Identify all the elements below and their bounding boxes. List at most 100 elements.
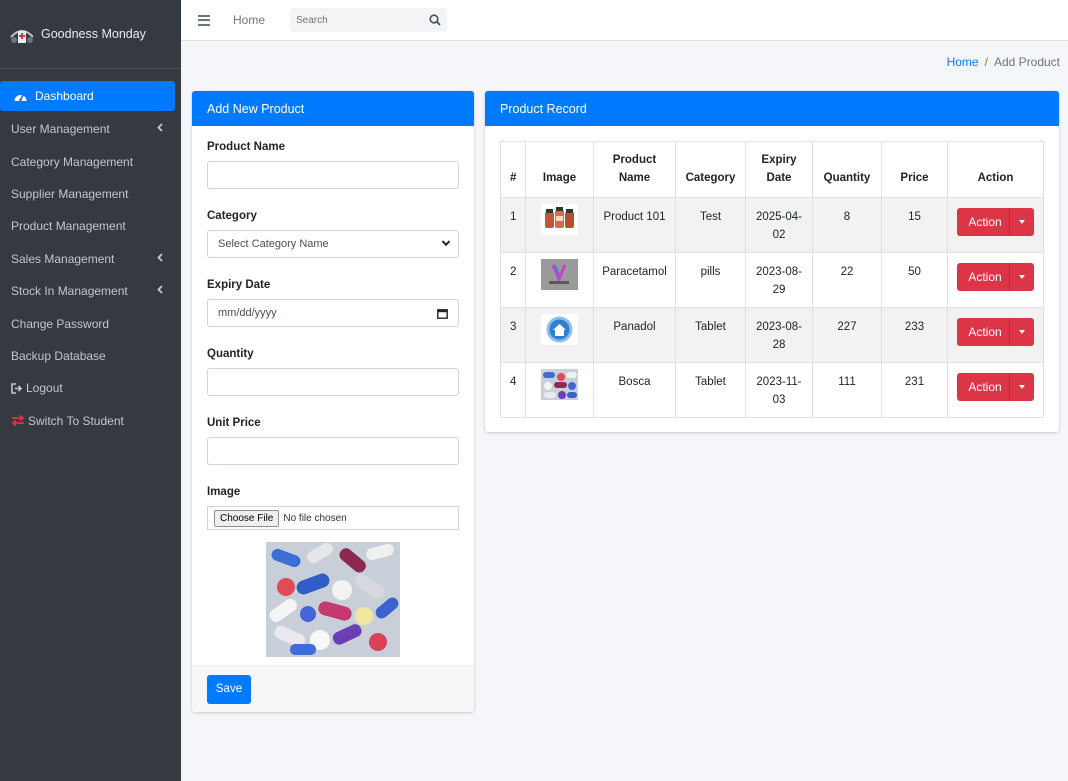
- col-product-name-line2: Name: [618, 172, 651, 184]
- sidebar-item-backup-database[interactable]: Backup Database: [0, 340, 181, 372]
- category-select[interactable]: Select Category Name: [207, 230, 459, 258]
- breadcrumb: Home / Add Product: [947, 55, 1060, 69]
- sidebar-item-dashboard[interactable]: Dashboard: [0, 81, 175, 111]
- action-button-group: Action: [957, 318, 1034, 346]
- action-dropdown-toggle[interactable]: [1009, 208, 1034, 236]
- medical-logo-icon: [9, 23, 35, 45]
- choose-file-button[interactable]: Choose File: [214, 509, 280, 527]
- cell-quantity: 227: [812, 307, 882, 363]
- sidebar-item-supplier-management[interactable]: Supplier Management: [0, 178, 181, 210]
- sidebar-item-user-management[interactable]: User Management: [0, 113, 181, 145]
- top-home-link[interactable]: Home: [233, 13, 265, 27]
- cell-category: Test: [675, 197, 746, 253]
- action-dropdown-toggle[interactable]: [1009, 373, 1034, 401]
- cell-price: 233: [881, 307, 948, 363]
- cell-price: 231: [881, 362, 948, 418]
- form-footer: Save: [192, 665, 474, 712]
- chevron-down-icon: [441, 238, 451, 251]
- quantity-input[interactable]: [207, 368, 459, 396]
- sidebar-item-sales-management[interactable]: Sales Management: [0, 243, 181, 275]
- image-preview: [266, 542, 400, 657]
- cell-product-name: Bosca: [593, 362, 676, 418]
- sidebar-item-switch-to-student[interactable]: Switch To Student: [0, 405, 181, 437]
- brand[interactable]: Goodness Monday: [0, 0, 181, 69]
- cell-image: [525, 307, 594, 363]
- product-form: Product Name Category Select Category Na…: [192, 126, 474, 657]
- sidebar-item-label: Change Password: [11, 316, 110, 331]
- category-selected-value: Select Category Name: [218, 238, 329, 250]
- product-thumbnail: [541, 369, 578, 400]
- menu-toggle-icon[interactable]: [198, 14, 210, 26]
- calendar-icon[interactable]: [437, 308, 448, 322]
- cell-product-name: Panadol: [593, 307, 676, 363]
- chevron-left-icon: [157, 285, 163, 297]
- col-product-name: Product Name: [593, 141, 676, 198]
- exchange-icon: [11, 415, 25, 427]
- cell-quantity: 8: [812, 197, 882, 253]
- product-thumbnail: [541, 314, 578, 345]
- expiry-part2: 28: [772, 339, 786, 351]
- cell-action: Action: [947, 252, 1044, 308]
- file-status: No file chosen: [283, 512, 347, 524]
- sidebar-item-label: Dashboard: [35, 89, 94, 103]
- sidebar-item-change-password[interactable]: Change Password: [0, 307, 181, 339]
- action-button[interactable]: Action: [957, 318, 1009, 346]
- caret-down-icon: [1019, 385, 1025, 389]
- action-button[interactable]: Action: [957, 373, 1009, 401]
- product-name-label: Product Name: [207, 141, 285, 153]
- cell-expiry-date: 2023-08- 28: [745, 307, 813, 363]
- sidebar-item-label: User Management: [11, 122, 110, 137]
- sidebar-item-logout[interactable]: Logout: [0, 372, 181, 404]
- brand-name: Goodness Monday: [41, 27, 146, 41]
- cell-num: 2: [500, 252, 526, 308]
- cell-expiry-date: 2023-11- 03: [745, 362, 813, 418]
- expiry-part1: 2025-04-: [755, 211, 803, 223]
- product-thumbnail: [541, 204, 578, 235]
- action-dropdown-toggle[interactable]: [1009, 318, 1034, 346]
- tachometer-icon: [13, 90, 28, 103]
- action-button[interactable]: Action: [957, 208, 1009, 236]
- action-dropdown-toggle[interactable]: [1009, 263, 1034, 291]
- product-record-title: Product Record: [485, 91, 1059, 126]
- sidebar-item-label: Stock In Management: [11, 284, 128, 299]
- sidebar-item-label: Switch To Student: [28, 413, 124, 428]
- expiry-date-input[interactable]: mm/dd/yyyy: [207, 299, 459, 327]
- col-action: Action: [947, 141, 1044, 198]
- table-header-row: # Image Product Name Category Expiry Date …: [500, 141, 1044, 198]
- sidebar-nav: Dashboard User Management Category Manag…: [0, 69, 181, 437]
- cell-expiry-date: 2025-04- 02: [745, 197, 813, 253]
- sidebar-item-product-management[interactable]: Product Management: [0, 210, 181, 242]
- sidebar-item-label: Sales Management: [11, 251, 115, 266]
- cell-action: Action: [947, 362, 1044, 418]
- sidebar-item-category-management[interactable]: Category Management: [0, 145, 181, 177]
- cell-num: 1: [500, 197, 526, 253]
- sidebar-item-label: Backup Database: [11, 348, 106, 363]
- cell-action: Action: [947, 307, 1044, 363]
- action-button-group: Action: [957, 263, 1034, 291]
- sign-out-icon: [11, 383, 23, 394]
- col-quantity: Quantity: [812, 141, 882, 198]
- table-row: 1 Product 101 Test 2025-04- 02 8 15 Actio…: [500, 197, 1044, 253]
- image-file-input[interactable]: Choose File No file chosen: [207, 506, 459, 530]
- product-name-input[interactable]: [207, 161, 459, 189]
- image-label: Image: [207, 486, 241, 498]
- add-product-card: Add New Product Product Name Category Se…: [192, 91, 474, 712]
- breadcrumb-home[interactable]: Home: [947, 55, 979, 69]
- save-button[interactable]: Save: [207, 674, 251, 704]
- sidebar-item-stock-in-management[interactable]: Stock In Management: [0, 275, 181, 307]
- col-expiry-line2: Date: [766, 172, 792, 184]
- action-button[interactable]: Action: [957, 263, 1009, 291]
- action-button-group: Action: [957, 208, 1034, 236]
- cell-price: 50: [881, 252, 948, 308]
- search-icon[interactable]: [423, 8, 447, 32]
- cell-image: [525, 252, 594, 308]
- cell-category: Tablet: [675, 307, 746, 363]
- search-input[interactable]: [290, 14, 411, 26]
- product-thumbnail: [541, 259, 578, 290]
- unit-price-input[interactable]: [207, 437, 459, 465]
- table-row: 2 Paracetamol pills 2023-08- 29 22 50 Act…: [500, 252, 1044, 308]
- product-table: # Image Product Name Category Expiry Date …: [500, 141, 1044, 418]
- expiry-date-placeholder: mm/dd/yyyy: [218, 307, 277, 319]
- breadcrumb-separator: /: [984, 55, 988, 69]
- sidebar-item-label: Logout: [26, 381, 63, 396]
